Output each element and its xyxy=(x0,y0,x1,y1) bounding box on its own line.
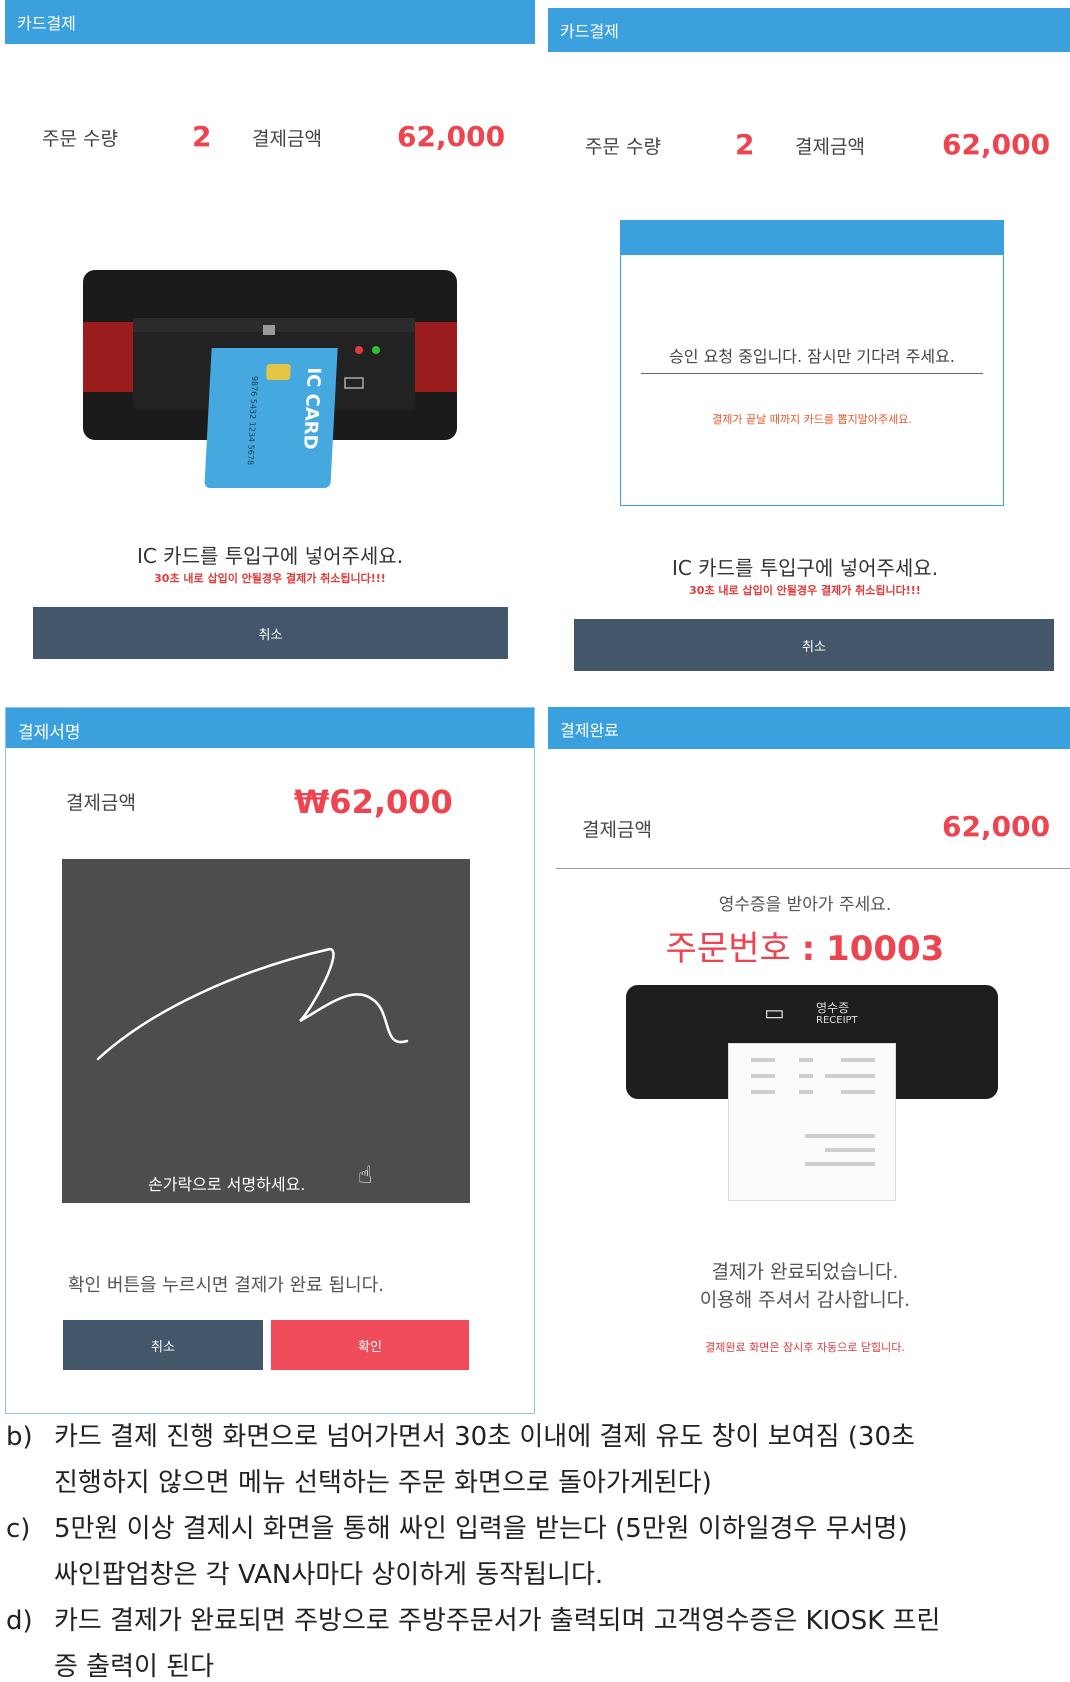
caption-line: 진행하지 않으면 메뉴 선택하는 주문 화면으로 돌아가게된다) xyxy=(54,1468,712,1498)
complete-message-2: 이용해 주셔서 감사합니다. xyxy=(699,1289,911,1311)
panel-card-insert: 카드결제 주문 수량 2 결제금액 62,000 9876 5432 1234 … xyxy=(0,0,540,680)
order-qty-value: 2 xyxy=(735,128,755,161)
receipt-korean-label: 영수증 xyxy=(816,1001,850,1015)
amount-value: ₩62,000 xyxy=(294,783,453,821)
ic-card: 9876 5432 1234 5678 IC CARD xyxy=(204,348,338,488)
divider xyxy=(556,868,1070,869)
signature-stroke xyxy=(96,947,409,1061)
panel-signature: 결제서명 결제금액 ₩62,000 손가락으로 서명하세요. ☝ 확인 버튼을 … xyxy=(5,707,535,1414)
card-number: 9876 5432 1234 5678 xyxy=(245,375,260,466)
insert-warning: 30초 내로 삽입이 안될경우 결제가 취소됩니다!!! xyxy=(154,572,386,585)
caption-list: b) 카드 결제 진행 화면으로 넘어가면서 30초 이내에 결제 유도 창이 … xyxy=(0,1414,1070,1682)
receipt-english-label: RECEIPT xyxy=(816,1015,858,1026)
order-qty-label: 주문 수량 xyxy=(42,128,118,150)
order-number-label: 주문번호 xyxy=(665,929,791,969)
hand-pointer-icon: ☝ xyxy=(358,1161,373,1189)
caption-line: 카드 결제 진행 화면으로 넘어가면서 30초 이내에 결제 유도 창이 보여짐… xyxy=(54,1422,915,1452)
amount-value: 62,000 xyxy=(397,120,506,153)
insert-instruction: IC 카드를 투입구에 넣어주세요. xyxy=(671,556,939,580)
caption-marker: b) xyxy=(6,1422,33,1452)
panel-title: 결제완료 xyxy=(548,707,1070,749)
cancel-button[interactable]: 취소 xyxy=(574,619,1054,671)
amount-label: 결제금액 xyxy=(252,128,322,150)
panel-title: 카드결제 xyxy=(5,0,535,44)
confirm-button[interactable]: 확인 xyxy=(271,1320,469,1370)
caption-line: 싸인팝업창은 각 VAN사마다 상이하게 동작됩니다. xyxy=(54,1560,604,1590)
panel-title: 카드결제 xyxy=(548,8,1070,52)
cancel-button[interactable]: 취소 xyxy=(63,1320,263,1370)
order-number: 주문번호 : 10003 xyxy=(540,921,1070,970)
auto-close-note: 결제완료 화면은 잠시후 자동으로 닫힙니다. xyxy=(705,1341,905,1354)
panel-card-approving: 카드결제 주문 수량 2 결제금액 62,000 승인 요청 중입니다. 잠시만… xyxy=(540,0,1070,680)
caption-marker: c) xyxy=(6,1514,31,1544)
card-chip-icon xyxy=(265,364,291,380)
caption-marker: d) xyxy=(6,1606,33,1636)
cancel-button[interactable]: 취소 xyxy=(33,607,508,659)
amount-label: 결제금액 xyxy=(66,792,136,814)
insert-warning: 30초 내로 삽입이 안될경우 결제가 취소됩니다!!! xyxy=(689,584,921,597)
approval-modal: 승인 요청 중입니다. 잠시만 기다려 주세요. 결제가 끝날 때까지 카드를 … xyxy=(620,220,1004,506)
confirm-message: 확인 버튼을 누르시면 결제가 완료 됩니다. xyxy=(68,1275,384,1296)
caption-line: 카드 결제가 완료되면 주방으로 주방주문서가 출력되며 고객영수증은 KIOS… xyxy=(54,1606,941,1636)
caption-line: 5만원 이상 결제시 화면을 통해 싸인 입력을 받는다 (5만원 이하일경우 … xyxy=(54,1514,908,1544)
printed-receipt xyxy=(728,1043,896,1201)
amount-label: 결제금액 xyxy=(582,819,652,841)
order-qty-label: 주문 수량 xyxy=(585,136,661,158)
receipt-message: 영수증을 받아가 주세요. xyxy=(718,895,892,915)
panel-payment-complete: 결제완료 결제금액 62,000 영수증을 받아가 주세요. 주문번호 : 10… xyxy=(540,707,1070,1414)
panel-title: 결제서명 xyxy=(6,708,534,748)
signature-hint: 손가락으로 서명하세요. xyxy=(148,1175,306,1194)
insert-instruction: IC 카드를 투입구에 넣어주세요. xyxy=(136,544,404,568)
order-number-value: 10003 xyxy=(826,929,945,969)
amount-label: 결제금액 xyxy=(795,136,865,158)
order-qty-value: 2 xyxy=(192,120,212,153)
amount-value: 62,000 xyxy=(942,128,1051,161)
modal-header xyxy=(621,221,1003,255)
modal-warning: 결제가 끝날 때까지 카드를 뽑지말아주세요. xyxy=(712,413,912,426)
complete-message-1: 결제가 완료되었습니다. xyxy=(711,1261,899,1283)
order-number-separator: : xyxy=(801,929,816,969)
card-label: IC CARD xyxy=(298,367,325,450)
amount-value: 62,000 xyxy=(942,810,1051,843)
printer-icon: ▭ xyxy=(764,1001,785,1026)
modal-message: 승인 요청 중입니다. 잠시만 기다려 주세요. xyxy=(641,343,983,374)
signature-pad[interactable]: 손가락으로 서명하세요. ☝ xyxy=(62,859,470,1203)
caption-line: 증 출력이 된다 xyxy=(54,1652,215,1682)
